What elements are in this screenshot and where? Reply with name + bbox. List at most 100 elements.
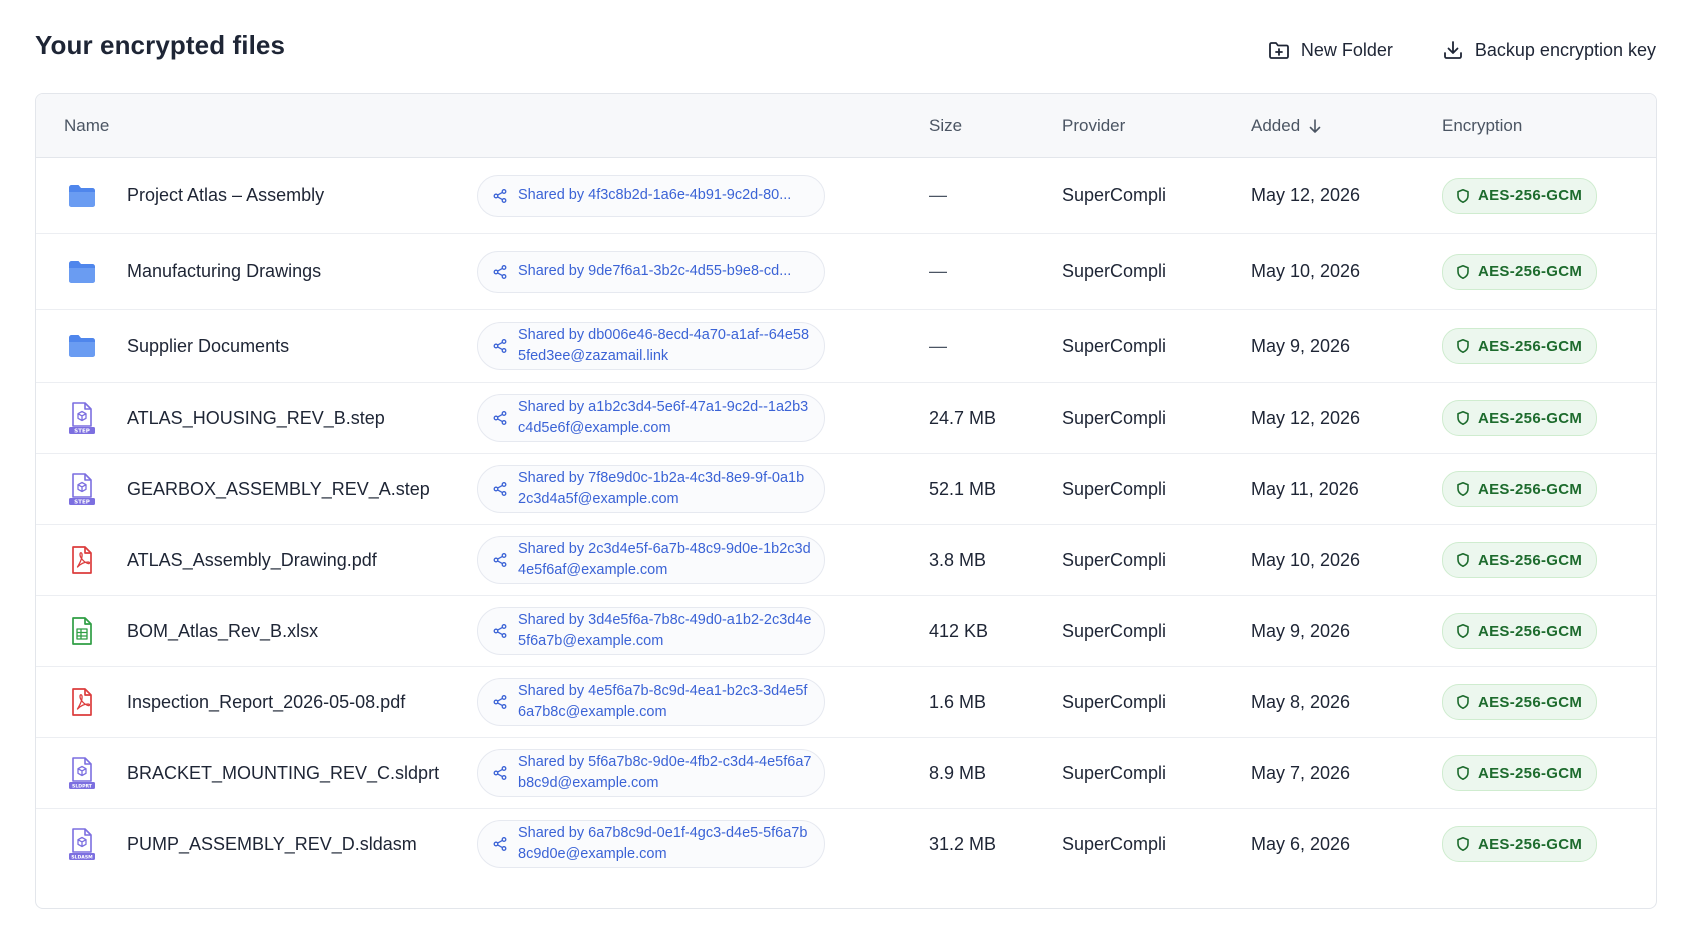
added-date: May 12, 2026 [1251, 185, 1361, 205]
shared-by-chip[interactable]: Shared by 3d4e5f6a-7b8c-49d0-a1b2-2c3d4e… [477, 607, 825, 655]
shared-by-label: Shared by a1b2c3d4-5e6f-47a1-9c2d--1a2b3… [518, 399, 809, 436]
encryption-cell: AES-256-GCM [1442, 525, 1598, 595]
file-name[interactable]: BRACKET_MOUNTING_REV_C.sldprt [127, 738, 439, 808]
shared-by-chip[interactable]: Shared by 9de7f6a1-3b2c-4d55-b9e8-cd... [477, 250, 825, 293]
encryption-badge: AES-256-GCM [1442, 253, 1598, 290]
file-name[interactable]: ATLAS_HOUSING_REV_B.step [127, 383, 385, 453]
column-header-name[interactable]: Name [64, 94, 109, 157]
column-header-added[interactable]: Added [1251, 94, 1324, 157]
encryption-cell: AES-256-GCM [1442, 454, 1598, 524]
folder-icon [64, 158, 100, 233]
added-date: May 6, 2026 [1251, 833, 1351, 854]
table-row[interactable]: BOM_Atlas_Rev_B.xlsx Shared by 3d4e5f6a-7… [36, 596, 1656, 667]
shared-by-cell: Shared by db006e46-8ecd-4a70-a1af--64e58… [477, 310, 825, 382]
table-row[interactable]: SLDASM PUMP_ASSEMBLY_REV_D.sldasm Shared b… [36, 809, 1656, 879]
table-body: Project Atlas – Assembly Shared by 4f3c8b… [36, 158, 1656, 879]
new-folder-button[interactable]: New Folder [1267, 38, 1393, 62]
encryption-label: AES-256-GCM [1478, 337, 1583, 355]
backup-encryption-key-button[interactable]: Backup encryption key [1441, 38, 1656, 62]
shared-by-cell: Shared by 6a7b8c9d-0e1f-4gc3-d4e5-5f6a7b… [477, 809, 825, 879]
svg-text:STEP: STEP [74, 429, 90, 435]
spreadsheet-file-icon [64, 596, 100, 666]
added-date: May 8, 2026 [1251, 691, 1351, 712]
shared-by-chip[interactable]: Shared by a1b2c3d4-5e6f-47a1-9c2d--1a2b3… [477, 394, 825, 442]
shared-by-label: Shared by 7f8e9d0c-1b2a-4c3d-8e9-9f-0a1b… [518, 470, 805, 507]
file-name[interactable]: GEARBOX_ASSEMBLY_REV_A.step [127, 454, 430, 524]
file-name[interactable]: Manufacturing Drawings [127, 234, 321, 309]
table-row[interactable]: STEP ATLAS_HOUSING_REV_B.step Shared by a1… [36, 383, 1656, 454]
column-header-provider[interactable]: Provider [1062, 94, 1125, 157]
provider-name: SuperCompli [1062, 335, 1167, 356]
column-header-added-label: Added [1251, 115, 1301, 135]
provider-name: SuperCompli [1062, 478, 1167, 499]
table-row[interactable]: ATLAS_Assembly_Drawing.pdf Shared by 2c3d… [36, 525, 1656, 596]
table-row[interactable]: Manufacturing Drawings Shared by 9de7f6a1… [36, 234, 1656, 310]
file-size: 31.2 MB [929, 833, 997, 854]
shared-by-chip[interactable]: Shared by 7f8e9d0c-1b2a-4c3d-8e9-9f-0a1b… [477, 465, 825, 513]
shared-by-cell: Shared by 9de7f6a1-3b2c-4d55-b9e8-cd... [477, 234, 825, 309]
share-icon [493, 766, 507, 780]
encryption-badge: AES-256-GCM [1442, 471, 1598, 507]
encryption-cell: AES-256-GCM [1442, 383, 1598, 453]
shared-by-label: Shared by 6a7b8c9d-0e1f-4gc3-d4e5-5f6a7b… [518, 825, 808, 862]
header-actions: New Folder Backup encryption key [1267, 38, 1656, 62]
file-name[interactable]: ATLAS_Assembly_Drawing.pdf [127, 525, 377, 595]
encryption-label: AES-256-GCM [1478, 622, 1583, 640]
table-row[interactable]: Supplier Documents Shared by db006e46-8ec… [36, 310, 1656, 383]
share-icon [493, 264, 507, 279]
shared-by-chip[interactable]: Shared by db006e46-8ecd-4a70-a1af--64e58… [477, 322, 825, 370]
svg-text:SLDPRT: SLDPRT [72, 784, 93, 790]
file-name[interactable]: PUMP_ASSEMBLY_REV_D.sldasm [127, 809, 417, 879]
added-date: May 10, 2026 [1251, 261, 1361, 281]
share-icon [493, 624, 507, 638]
added-date: May 11, 2026 [1251, 478, 1359, 499]
shield-icon [1457, 339, 1469, 353]
pdf-file-icon [64, 667, 100, 737]
shared-by-label: Shared by 4f3c8b2d-1a6e-4b91-9c2d-80... [518, 187, 792, 203]
shared-by-chip[interactable]: Shared by 4e5f6a7b-8c9d-4ea1-b2c3-3d4e5f… [477, 678, 825, 726]
provider-name: SuperCompli [1062, 549, 1167, 570]
file-size: 1.6 MB [929, 691, 987, 712]
table-row[interactable]: SLDPRT BRACKET_MOUNTING_REV_C.sldprt Share… [36, 738, 1656, 809]
provider-name: SuperCompli [1062, 833, 1167, 854]
file-name[interactable]: BOM_Atlas_Rev_B.xlsx [127, 596, 318, 666]
file-name[interactable]: Supplier Documents [127, 310, 289, 382]
added-date: May 9, 2026 [1251, 620, 1351, 641]
column-header-encryption[interactable]: Encryption [1442, 94, 1522, 157]
download-icon [1443, 41, 1462, 59]
shared-by-cell: Shared by a1b2c3d4-5e6f-47a1-9c2d--1a2b3… [477, 383, 825, 453]
encryption-cell: AES-256-GCM [1442, 809, 1598, 879]
encryption-badge: AES-256-GCM [1442, 177, 1598, 214]
table-row[interactable]: Inspection_Report_2026-05-08.pdf Shared b… [36, 667, 1656, 738]
backup-encryption-key-label: Backup encryption key [1474, 39, 1656, 60]
sort-descending-arrow-icon [1309, 118, 1321, 133]
share-icon [493, 188, 507, 203]
column-header-size[interactable]: Size [929, 94, 962, 157]
shared-by-chip[interactable]: Shared by 4f3c8b2d-1a6e-4b91-9c2d-80... [477, 174, 825, 217]
encryption-badge: AES-256-GCM [1442, 613, 1598, 649]
encryption-badge: AES-256-GCM [1442, 755, 1598, 791]
encryption-cell: AES-256-GCM [1442, 158, 1598, 233]
encryption-badge: AES-256-GCM [1442, 684, 1598, 720]
shared-by-chip[interactable]: Shared by 2c3d4e5f-6a7b-48c9-9d0e-1b2c3d… [477, 536, 825, 584]
shield-icon [1457, 188, 1469, 203]
folder-plus-icon [1268, 42, 1289, 59]
file-name[interactable]: Inspection_Report_2026-05-08.pdf [127, 667, 405, 737]
shared-by-cell: Shared by 4e5f6a7b-8c9d-4ea1-b2c3-3d4e5f… [477, 667, 825, 737]
shared-by-label: Shared by db006e46-8ecd-4a70-a1af--64e58… [518, 327, 810, 364]
shared-by-chip[interactable]: Shared by 5f6a7b8c-9d0e-4fb2-c3d4-4e5f6a… [477, 749, 825, 797]
provider-name: SuperCompli [1062, 185, 1167, 205]
shared-by-label: Shared by 4e5f6a7b-8c9d-4ea1-b2c3-3d4e5f… [518, 683, 808, 720]
provider-name: SuperCompli [1062, 691, 1167, 712]
shield-icon [1457, 482, 1469, 496]
shared-by-chip[interactable]: Shared by 6a7b8c9d-0e1f-4gc3-d4e5-5f6a7b… [477, 820, 825, 868]
added-date: May 12, 2026 [1251, 407, 1361, 428]
table-row[interactable]: STEP GEARBOX_ASSEMBLY_REV_A.step Shared by… [36, 454, 1656, 525]
encryption-badge: AES-256-GCM [1442, 328, 1598, 364]
shared-by-label: Shared by 9de7f6a1-3b2c-4d55-b9e8-cd... [518, 263, 792, 279]
share-icon [493, 339, 507, 353]
file-name[interactable]: Project Atlas – Assembly [127, 158, 324, 233]
table-row[interactable]: Project Atlas – Assembly Shared by 4f3c8b… [36, 158, 1656, 234]
share-icon [493, 553, 507, 567]
new-folder-label: New Folder [1300, 39, 1393, 60]
